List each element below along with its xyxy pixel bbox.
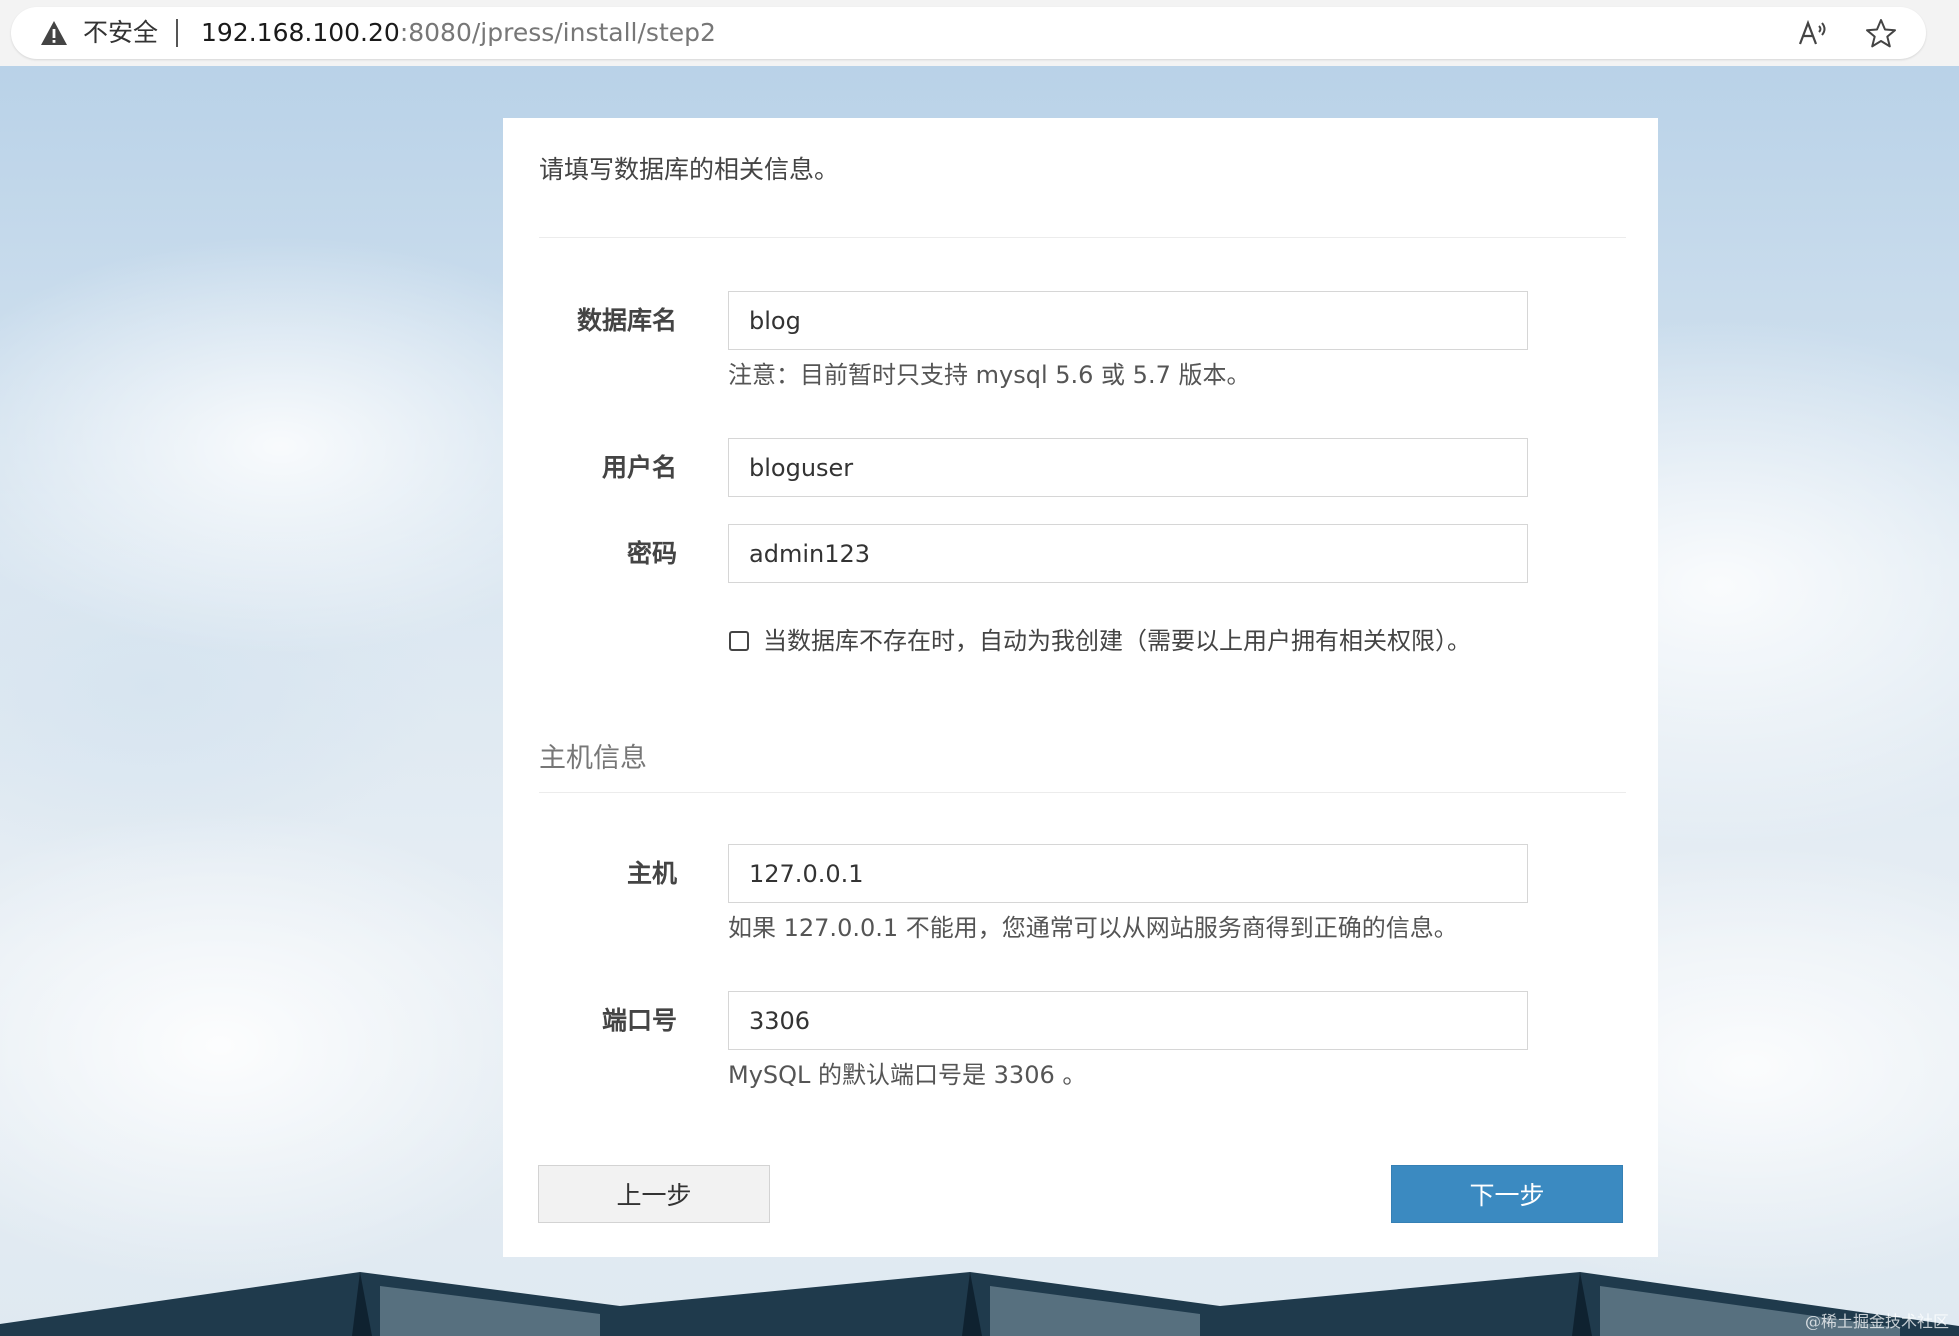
host-help-text: 如果 127.0.0.1 不能用，您通常可以从网站服务商得到正确的信息。 — [728, 914, 1458, 942]
port-help-text: MySQL 的默认端口号是 3306 。 — [728, 1061, 1087, 1089]
building-roof-graphic — [0, 1272, 1959, 1336]
divider — [539, 237, 1626, 238]
divider — [539, 792, 1626, 793]
host-input[interactable] — [728, 844, 1528, 903]
address-separator — [176, 19, 178, 47]
url-text[interactable]: 192.168.100.20:8080/jpress/install/step2 — [201, 19, 716, 47]
warning-icon[interactable] — [39, 19, 69, 47]
watermark: @稀土掘金技术社区 — [1804, 1312, 1949, 1331]
create-db-checkbox-label[interactable]: 当数据库不存在时，自动为我创建（需要以上用户拥有相关权限）。 — [763, 625, 1471, 657]
db-name-input[interactable] — [728, 291, 1528, 350]
install-form-card: 请填写数据库的相关信息。 数据库名 注意：目前暂时只支持 mysql 5.6 或… — [503, 118, 1658, 1257]
host-label: 主机 — [626, 859, 677, 888]
port-input[interactable] — [728, 991, 1528, 1050]
password-label: 密码 — [626, 539, 677, 568]
url-host: 192.168.100.20 — [201, 18, 400, 47]
next-step-button[interactable]: 下一步 — [1391, 1165, 1623, 1223]
host-section-title: 主机信息 — [539, 743, 647, 774]
favorite-star-icon[interactable] — [1864, 17, 1898, 49]
db-version-note: 注意：目前暂时只支持 mysql 5.6 或 5.7 版本。 — [728, 361, 1251, 389]
password-input[interactable] — [728, 524, 1528, 583]
db-name-label: 数据库名 — [576, 306, 677, 335]
address-bar[interactable]: 不安全 192.168.100.20:8080/jpress/install/s… — [11, 7, 1926, 59]
form-intro-text: 请填写数据库的相关信息。 — [539, 155, 840, 184]
security-status-label[interactable]: 不安全 — [83, 19, 158, 47]
username-input[interactable] — [728, 438, 1528, 497]
create-db-checkbox[interactable] — [729, 631, 749, 651]
read-aloud-icon[interactable] — [1796, 17, 1830, 49]
username-label: 用户名 — [601, 453, 677, 482]
browser-toolbar: 不安全 192.168.100.20:8080/jpress/install/s… — [0, 0, 1959, 66]
url-path: :8080/jpress/install/step2 — [399, 18, 716, 47]
previous-step-button[interactable]: 上一步 — [538, 1165, 770, 1223]
port-label: 端口号 — [601, 1006, 677, 1035]
